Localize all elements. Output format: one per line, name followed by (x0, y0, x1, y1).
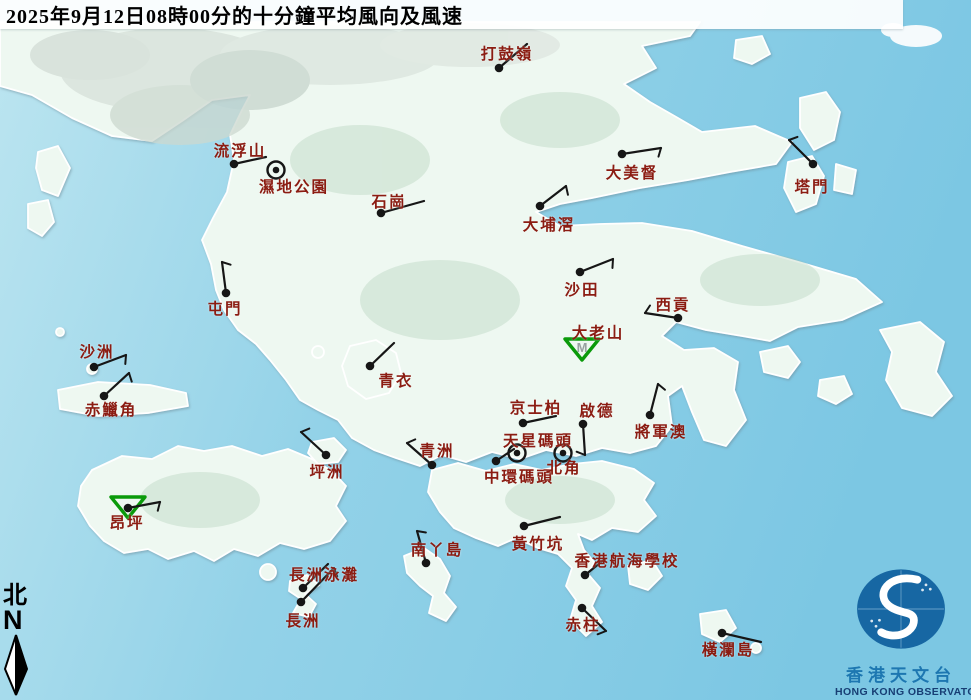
compass: 北 N (3, 584, 37, 700)
station-dot (674, 314, 683, 323)
wind-map-screenshot: M 打鼓嶺流浮山濕地公園石崗大埔滘大美督塔門沙田西貢屯門沙洲大老山赤鱲角青衣京士… (0, 0, 971, 700)
hong-kong-map: M (0, 0, 971, 700)
hko-logo-icon (845, 563, 957, 655)
station-dot (809, 160, 818, 169)
station-dot (718, 629, 727, 638)
station-dot (90, 363, 99, 372)
compass-north-letter: N (3, 608, 37, 633)
calm-center-dot-icon (514, 450, 521, 457)
station-dot (322, 451, 331, 460)
station-dot (618, 150, 627, 159)
calm-center-dot-icon (560, 450, 567, 457)
station-dot (578, 604, 587, 613)
island-lung-kwu-chau (56, 328, 64, 336)
hko-logo: 香港天文台 HONG KONG OBSERVATORY (835, 563, 967, 698)
station-dot (492, 457, 501, 466)
hko-name-chinese: 香港天文台 (835, 661, 967, 686)
station-dot (124, 504, 133, 513)
wind-barb-tick (612, 259, 613, 268)
title-bar: 2025年9月12日08時00分的十分鐘平均風向及風速 (0, 0, 903, 29)
island-hei-ling-chau (260, 564, 276, 580)
station-dot (520, 522, 529, 531)
station-dot (366, 362, 375, 371)
island-tap-mun-3 (834, 164, 856, 194)
island-small-se (751, 643, 761, 653)
station-dot (495, 64, 504, 73)
station-dot (299, 584, 308, 593)
station-dot (646, 411, 655, 420)
station-dot (536, 202, 545, 211)
north-arrow-icon (3, 633, 29, 697)
station-dot (297, 598, 306, 607)
station-dot (428, 461, 437, 470)
station-dot (422, 559, 431, 568)
station-dot (230, 160, 239, 169)
calm-center-dot-icon (273, 167, 280, 174)
station-dot (100, 392, 109, 401)
station-dot (579, 420, 588, 429)
station-dot (576, 268, 585, 277)
wind-barb-tick (125, 355, 126, 364)
map-title: 2025年9月12日08時00分的十分鐘平均風向及風速 (0, 0, 463, 29)
station-dot (581, 571, 590, 580)
hko-name-english: HONG KONG OBSERVATORY (835, 686, 967, 698)
station-dot (377, 209, 386, 218)
island-ma-wan (312, 346, 324, 358)
station-dot (519, 419, 528, 428)
maintenance-m-icon: M (577, 340, 588, 355)
station-dot (222, 289, 231, 298)
